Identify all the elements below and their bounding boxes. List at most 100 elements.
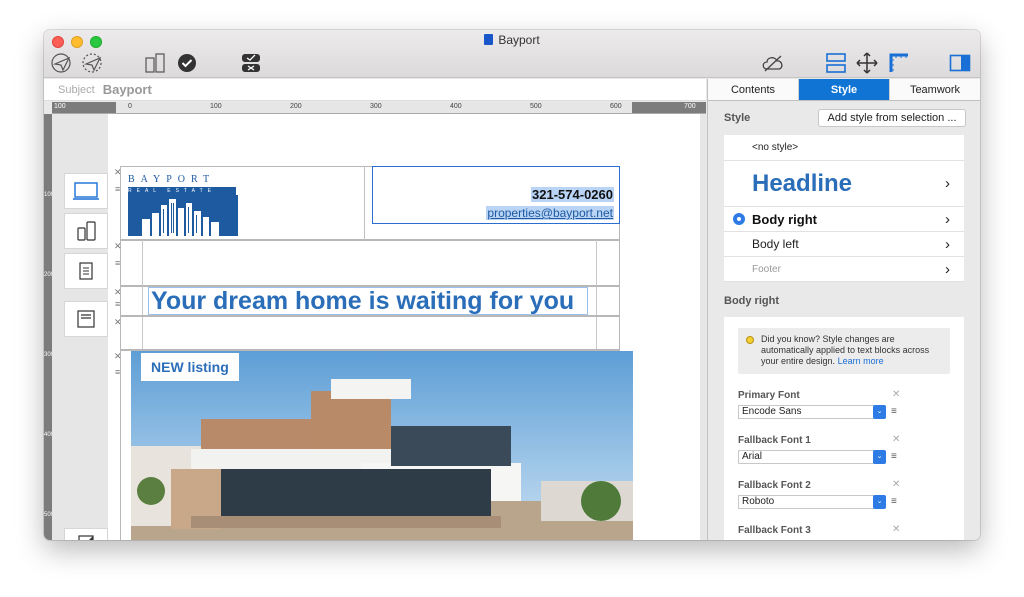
logo-name: BAYPORT xyxy=(128,174,216,185)
chevron-down-icon[interactable]: ⌄ xyxy=(873,405,886,419)
send-plane-icon[interactable] xyxy=(50,52,74,74)
tab-style[interactable]: Style xyxy=(799,79,890,100)
block-close-icon[interactable]: ✕ xyxy=(114,318,122,327)
sidebar-toggle-icon[interactable] xyxy=(948,52,972,74)
remove-font-icon[interactable]: ✕ xyxy=(892,389,900,400)
style-item-headline[interactable]: Headline › xyxy=(724,161,964,207)
align-icon[interactable] xyxy=(824,52,848,74)
subject-value[interactable]: Bayport xyxy=(103,82,152,97)
text-view-button[interactable] xyxy=(64,253,108,289)
app-window: Bayport Subject Bayport 100 0 100 200 30… xyxy=(44,30,980,540)
block-menu-icon[interactable]: ≡ xyxy=(115,368,120,377)
style-item-no-style[interactable]: <no style> xyxy=(724,135,964,161)
tab-teamwork[interactable]: Teamwork xyxy=(890,79,980,100)
fallback-font-2-label: Fallback Font 2 xyxy=(738,480,811,491)
chevron-right-icon: › xyxy=(945,175,950,192)
email-page[interactable]: ✕ ≡ BAYPORT REAL ESTATE 321-574-0260 pro… xyxy=(108,114,700,540)
spacer-block[interactable] xyxy=(120,240,620,286)
style-settings-card: Did you know? Style changes are automati… xyxy=(724,317,964,540)
primary-font-select[interactable]: Encode Sans xyxy=(738,405,878,419)
new-listing-badge[interactable]: NEW listing xyxy=(141,353,239,381)
block-close-icon[interactable]: ✕ xyxy=(114,352,122,361)
add-style-button[interactable]: Add style from selection ... xyxy=(818,109,966,127)
reorder-handle-icon[interactable]: ≡ xyxy=(891,406,897,417)
horizontal-ruler: 100 0 100 200 300 400 500 600 700 xyxy=(52,102,706,114)
logo-subtitle: REAL ESTATE xyxy=(128,187,236,195)
ruler-tick: 400 xyxy=(450,103,462,110)
move-crosshair-icon[interactable] xyxy=(856,52,878,74)
print-view-button[interactable] xyxy=(64,301,108,337)
chevron-down-icon[interactable]: ⌄ xyxy=(873,450,886,464)
learn-more-link[interactable]: Learn more xyxy=(838,356,884,366)
document-icon xyxy=(484,34,494,45)
style-item-footer[interactable]: Footer › xyxy=(724,257,964,282)
phone-number[interactable]: 321-574-0260 xyxy=(531,187,614,202)
titlebar: Bayport xyxy=(44,30,980,78)
email-link[interactable]: properties@bayport.net xyxy=(486,206,614,220)
design-canvas[interactable]: ✕ ≡ BAYPORT REAL ESTATE 321-574-0260 pro… xyxy=(52,114,706,540)
layout-mode-icon[interactable] xyxy=(142,52,168,74)
desktop-view-button[interactable] xyxy=(64,173,108,209)
mobile-view-button[interactable] xyxy=(64,213,108,249)
tab-contents[interactable]: Contents xyxy=(708,79,799,100)
remove-font-icon[interactable]: ✕ xyxy=(892,524,900,535)
block-menu-icon[interactable]: ≡ xyxy=(115,185,120,194)
subject-bar[interactable]: Subject Bayport xyxy=(44,79,706,101)
ruler-tick: 100 xyxy=(54,103,66,110)
window-title: Bayport xyxy=(44,33,980,47)
inspector-tabs: Contents Style Teamwork xyxy=(708,79,980,101)
remove-font-icon[interactable]: ✕ xyxy=(892,434,900,445)
chevron-right-icon: › xyxy=(945,260,950,278)
cloud-sync-icon[interactable] xyxy=(760,52,786,74)
radio-selected-icon xyxy=(733,213,745,225)
chevron-right-icon: › xyxy=(945,235,950,253)
style-item-body-right[interactable]: Body right › xyxy=(724,207,964,232)
ruler-tick: 100 xyxy=(210,103,222,110)
preview-plane-icon[interactable] xyxy=(80,52,106,74)
image-block[interactable]: NEW listing xyxy=(120,350,633,540)
style-item-label: Footer xyxy=(752,263,781,275)
ruler-tick: 200 xyxy=(290,103,302,110)
divider-block[interactable] xyxy=(120,316,620,350)
chevron-down-icon[interactable]: ⌄ xyxy=(873,495,886,509)
tip-bulb-icon xyxy=(746,336,754,344)
comments-toggle-icon[interactable] xyxy=(239,52,263,74)
subject-label: Subject xyxy=(58,83,95,96)
style-item-label: Body right xyxy=(752,211,817,227)
ruler-tick: 0 xyxy=(128,103,132,110)
vertical-ruler: 100 200 300 400 500 xyxy=(44,114,54,540)
headline-text[interactable]: Your dream home is waiting for you xyxy=(148,287,588,315)
chevron-right-icon: › xyxy=(945,210,950,228)
block-close-icon[interactable]: ✕ xyxy=(114,242,122,251)
tip-text: Did you know? Style changes are automati… xyxy=(761,334,930,366)
fallback-font-2-select[interactable]: Roboto xyxy=(738,495,878,509)
reorder-handle-icon[interactable]: ≡ xyxy=(891,451,897,462)
style-item-body-left[interactable]: Body left › xyxy=(724,232,964,257)
reorder-handle-icon[interactable]: ≡ xyxy=(891,496,897,507)
window-title-text: Bayport xyxy=(498,33,540,47)
style-item-label: Body left xyxy=(752,237,799,251)
primary-font-label: Primary Font xyxy=(738,390,800,401)
block-menu-icon[interactable]: ≡ xyxy=(115,259,120,268)
remove-font-icon[interactable]: ✕ xyxy=(892,479,900,490)
ruler-tick: 600 xyxy=(610,103,622,110)
device-preview-tools xyxy=(52,114,108,540)
inspector-panel: Contents Style Teamwork Style Add style … xyxy=(707,79,980,540)
ruler-tick: 500 xyxy=(530,103,542,110)
ruler-tick: 300 xyxy=(370,103,382,110)
block-close-icon[interactable]: ✕ xyxy=(114,288,122,297)
check-approve-icon[interactable] xyxy=(176,52,198,74)
tip-box: Did you know? Style changes are automati… xyxy=(738,328,950,374)
bayport-logo: BAYPORT REAL ESTATE xyxy=(128,174,238,236)
fallback-font-1-select[interactable]: Arial xyxy=(738,450,878,464)
style-item-label: Headline xyxy=(752,169,853,197)
fallback-font-3-label: Fallback Font 3 xyxy=(738,525,811,536)
style-item-label: <no style> xyxy=(752,142,799,153)
outline-view-button[interactable] xyxy=(64,528,108,540)
ruler-tick: 700 xyxy=(684,103,696,110)
block-menu-icon[interactable]: ≡ xyxy=(115,300,120,309)
rulers-icon[interactable] xyxy=(888,52,910,74)
selected-style-title: Body right xyxy=(724,295,779,307)
block-close-icon[interactable]: ✕ xyxy=(114,168,122,177)
city-skyline-graphic xyxy=(128,195,238,236)
